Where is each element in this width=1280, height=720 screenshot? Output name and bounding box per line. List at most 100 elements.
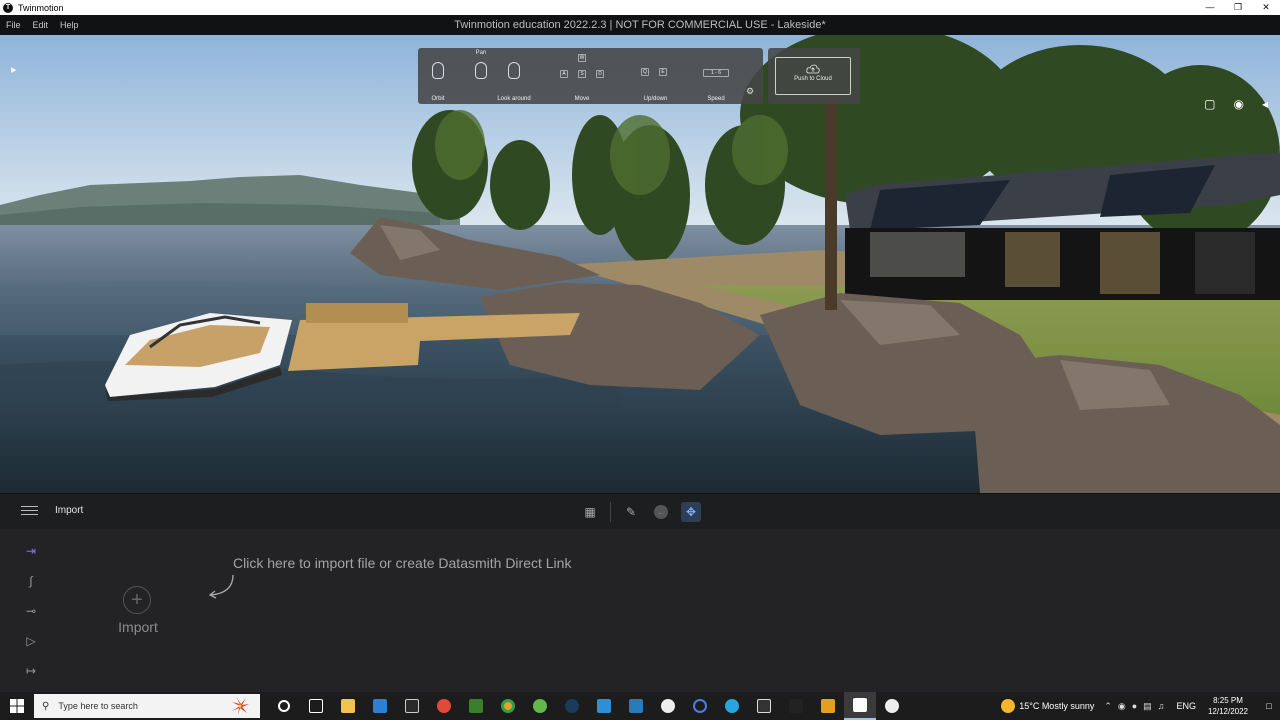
import-icon[interactable]: ⇥ [18,541,44,571]
task-view-icon[interactable] [300,692,332,720]
move-group: W A S D Move [558,54,606,102]
mouse-middle-icon [475,62,487,79]
context-icon[interactable]: ∫ [18,571,44,601]
updown-group: Q E Up/down [633,56,678,102]
speed-group: 1 - 6 Speed [698,56,734,102]
minimize-button[interactable]: — [1196,0,1224,15]
unreal-engine-icon[interactable] [652,692,684,720]
export-icon[interactable]: ↦ [18,661,44,691]
app-red-icon[interactable] [428,692,460,720]
key-s: S [578,70,586,78]
app-r-icon[interactable] [780,692,812,720]
app-green-icon[interactable] [524,692,556,720]
app-ring-icon[interactable] [684,692,716,720]
telegram-icon[interactable] [716,692,748,720]
speed-keys: 1 - 6 [703,69,729,77]
app-chart-icon[interactable] [620,692,652,720]
import-label[interactable]: Import [108,619,168,635]
gear-icon[interactable]: ⚙ [746,86,754,97]
taskbar-search-box[interactable]: ⚲ Type here to search [34,694,260,718]
eye-icon[interactable]: ◉ [1233,97,1243,111]
aspect-ratio-icon[interactable]: ▢ [1204,97,1215,111]
windows-taskbar: ⚲ Type here to search 15°C Mostly sunny … [0,692,1280,720]
import-hint[interactable]: Click here to import file or create Data… [233,555,571,571]
poinsettia-icon [232,697,249,715]
curved-arrow-icon [208,574,234,599]
eyedropper-icon[interactable]: ✎ [621,502,641,522]
menu-help[interactable]: Help [54,20,85,30]
back-arrow-icon: ← [654,505,668,519]
sun-icon [1001,699,1016,713]
nvidia-icon[interactable] [460,692,492,720]
epic-launcher-icon[interactable] [748,692,780,720]
move-tool-icon[interactable]: ✥ [681,502,701,522]
import-plus-button[interactable]: + [123,586,151,614]
look-around-label: Look around [497,96,531,102]
orbit-group: Orbit [424,56,452,102]
key-w: W [578,54,586,62]
navigation-help-panel: Orbit Pan Look around W A S D Move Q E U… [418,48,763,104]
file-explorer-icon[interactable] [332,692,364,720]
epic-games-icon[interactable] [396,692,428,720]
cloud-upload-icon [806,64,820,74]
unreal-taskbar-icon[interactable] [876,692,908,720]
updown-label: Up/down [643,96,668,102]
window-title-bar: T Twinmotion — ❐ ✕ [0,0,1280,15]
search-icon: ⚲ [42,700,50,712]
grid-icon[interactable]: ▦ [580,502,600,522]
key-q: Q [641,68,649,76]
notification-icon[interactable]: □ [1258,701,1280,711]
look-around-group: Look around [493,56,535,102]
undo-button[interactable]: ← [651,502,671,522]
twinmotion-window: T Twinmotion — ❐ ✕ File Edit Help Twinmo… [0,0,1280,720]
clock-date: 12/12/2022 [1207,707,1248,716]
right-panel-toggle-icon[interactable]: ◂ [1262,97,1268,111]
start-button[interactable] [0,692,34,720]
speed-label: Speed [707,96,725,102]
app-arrow-icon[interactable] [812,692,844,720]
app-blue-icon[interactable] [588,692,620,720]
mail-icon[interactable] [364,692,396,720]
cloud-panel: Push to Cloud [768,48,860,104]
push-to-cloud-button[interactable]: Push to Cloud [775,57,851,95]
push-to-cloud-label: Push to Cloud [794,76,832,82]
toolbar-title: Import [55,505,84,516]
tray-icons[interactable]: ⌃◉●▤♫ [1104,701,1170,712]
menu-hamburger-icon[interactable] [21,506,38,517]
mouse-right-icon [508,62,520,79]
settings-slider-icon[interactable]: ⊸ [18,601,44,631]
orbit-label: Orbit [431,96,445,102]
close-button[interactable]: ✕ [1252,0,1280,15]
left-panel-toggle-icon[interactable]: ▸ [11,63,17,76]
window-controls: — ❐ ✕ [1196,0,1280,15]
mouse-left-icon [432,62,444,79]
chrome-icon[interactable] [492,692,524,720]
restore-button[interactable]: ❐ [1224,0,1252,15]
twinmotion-taskbar-icon[interactable] [844,692,876,720]
windows-logo-icon [10,699,24,713]
key-d: D [596,70,604,78]
steam-icon[interactable] [556,692,588,720]
weather-widget[interactable]: 15°C Mostly sunny [1001,699,1094,713]
pan-label: Pan [475,50,487,56]
twinmotion-logo-icon: T [3,2,13,13]
toolbar-divider [610,502,611,522]
media-icon[interactable]: ▷ [18,631,44,661]
key-e: E [659,68,667,76]
language-indicator[interactable]: ENG [1176,701,1196,711]
weather-text: 15°C Mostly sunny [1019,701,1095,711]
search-placeholder: Type here to search [58,701,138,711]
window-caption: Twinmotion [18,2,64,13]
menu-bar: File Edit Help Twinmotion education 2022… [0,15,1280,35]
viewport-right-tools: ▢ ◉ ◂ [1204,97,1268,111]
side-toolbar: ⇥ ∫ ⊸ ▷ ↦ [18,541,44,691]
key-a: A [560,70,568,78]
clock-time: 8:25 PM [1213,696,1243,705]
import-panel: ⇥ ∫ ⊸ ▷ ↦ Click here to import file or c… [0,529,1280,692]
toolbar-tools: ▦ ✎ ← ✥ [580,502,701,522]
taskbar-apps [268,692,908,720]
menu-file[interactable]: File [0,20,27,30]
cortana-icon[interactable] [268,692,300,720]
menu-edit[interactable]: Edit [27,20,55,30]
clock[interactable]: 8:25 PM 12/12/2022 [1208,695,1248,717]
